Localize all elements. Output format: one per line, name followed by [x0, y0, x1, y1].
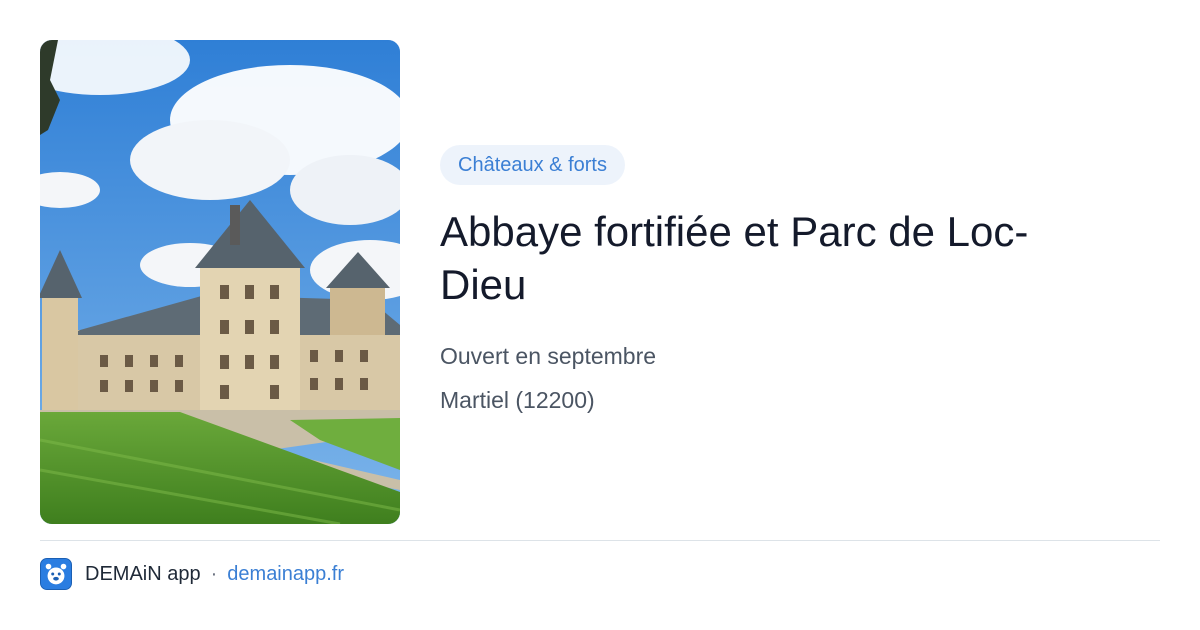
opening-status: Ouvert en septembre: [440, 343, 657, 369]
footer-divider: [40, 540, 1160, 541]
site-link[interactable]: demainapp.fr: [227, 563, 344, 586]
link-preview-card[interactable]: Châteaux & forts Abbaye fortifiée et Par…: [0, 0, 1200, 630]
location-text: Martiel (12200): [440, 387, 595, 413]
app-name: DEMAiN app: [85, 562, 201, 585]
footer-separator: ·: [210, 562, 218, 585]
footer: DEMAiN app · demainapp.fr: [40, 558, 344, 590]
listing-title[interactable]: Abbaye fortifiée et Parc de Loc-Dieu: [440, 205, 1100, 311]
category-badge[interactable]: Châteaux & forts: [440, 145, 625, 185]
abbey-photo: [40, 40, 400, 524]
demain-app-icon: [40, 558, 72, 590]
listing-info: Châteaux & forts Abbaye fortifiée et Par…: [440, 145, 1160, 415]
